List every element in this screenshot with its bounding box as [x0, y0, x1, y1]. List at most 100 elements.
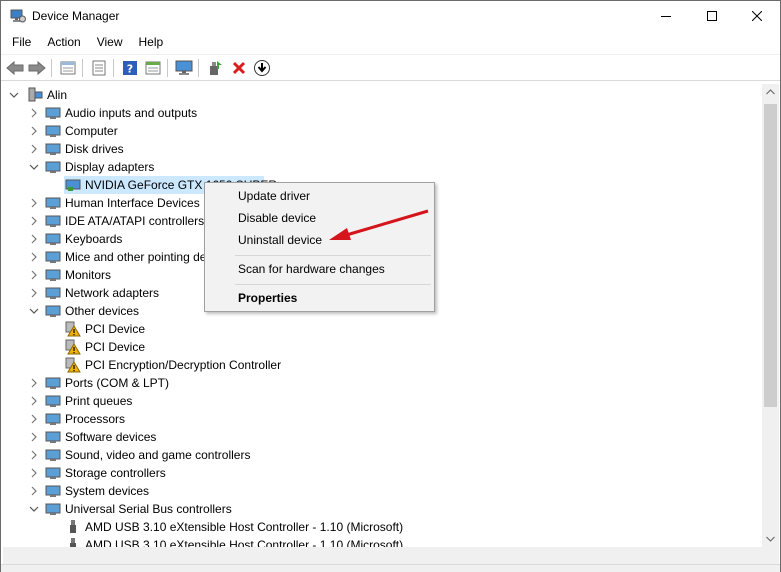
chevron-right-icon[interactable]	[29, 287, 39, 299]
toolbar: ?	[1, 54, 780, 81]
chevron-right-icon[interactable]	[29, 143, 39, 155]
device-item[interactable]: AMD USB 3.10 eXtensible Host Controller …	[3, 518, 762, 536]
category-item[interactable]: Display adapters	[3, 158, 762, 176]
category-item[interactable]: Print queues	[3, 392, 762, 410]
update-driver-icon[interactable]	[205, 58, 225, 78]
device-tree[interactable]: Alin Audio inputs and outputs Computer Dis…	[3, 84, 762, 547]
category-icon	[45, 375, 61, 391]
horizontal-scrollbar[interactable]	[3, 547, 762, 564]
status-bar	[1, 564, 780, 572]
vertical-scrollbar[interactable]	[762, 84, 779, 547]
tree-root-label: Alin	[47, 88, 68, 102]
category-item[interactable]: Processors	[3, 410, 762, 428]
ctx-separator	[235, 255, 431, 256]
tree-item-label: Ports (COM & LPT)	[65, 376, 170, 390]
tree-item-label: Display adapters	[65, 160, 155, 174]
chevron-right-icon[interactable]	[29, 431, 39, 443]
title-bar: Device Manager	[1, 1, 780, 31]
category-icon	[45, 285, 61, 301]
tree-item-label: Storage controllers	[65, 466, 166, 480]
minimize-button[interactable]	[643, 1, 689, 31]
menu-file[interactable]: File	[4, 32, 39, 52]
category-item[interactable]: Disk drives	[3, 140, 762, 158]
tree-item-label: System devices	[65, 484, 150, 498]
category-icon	[45, 213, 61, 229]
annotation-arrow-icon	[329, 209, 429, 240]
ctx-disable-device[interactable]: Disable device	[238, 211, 316, 225]
maximize-button[interactable]	[689, 1, 735, 31]
tree-item-label: PCI Encryption/Decryption Controller	[85, 358, 282, 372]
chevron-right-icon[interactable]	[29, 413, 39, 425]
category-item[interactable]: Storage controllers	[3, 464, 762, 482]
category-icon	[45, 195, 61, 211]
category-icon	[45, 249, 61, 265]
device-item[interactable]: AMD USB 3.10 eXtensible Host Controller …	[3, 536, 762, 547]
properties-view-icon[interactable]	[58, 58, 78, 78]
tree-item-label: Computer	[65, 124, 118, 138]
chevron-right-icon[interactable]	[29, 215, 39, 227]
chevron-right-icon[interactable]	[29, 233, 39, 245]
category-item[interactable]: Audio inputs and outputs	[3, 104, 762, 122]
forward-icon[interactable]	[27, 58, 47, 78]
chevron-down-icon[interactable]	[29, 305, 39, 317]
category-item[interactable]: Ports (COM & LPT)	[3, 374, 762, 392]
chevron-right-icon[interactable]	[29, 467, 39, 479]
ctx-properties[interactable]: Properties	[238, 291, 297, 305]
ctx-scan-hardware[interactable]: Scan for hardware changes	[238, 262, 385, 276]
help-icon[interactable]: ?	[120, 58, 140, 78]
download-icon[interactable]	[252, 58, 272, 78]
tree-root[interactable]: Alin	[3, 86, 762, 104]
menu-help[interactable]: Help	[131, 32, 172, 52]
list-icon[interactable]	[89, 58, 109, 78]
computer-icon	[27, 87, 43, 103]
tree-item-label: AMD USB 3.10 eXtensible Host Controller …	[85, 520, 404, 534]
category-icon	[45, 141, 61, 157]
chevron-right-icon[interactable]	[29, 125, 39, 137]
tree-item-label: Monitors	[65, 268, 112, 282]
category-item[interactable]: System devices	[3, 482, 762, 500]
category-item[interactable]: Sound, video and game controllers	[3, 446, 762, 464]
chevron-down-icon[interactable]	[29, 503, 39, 515]
category-item[interactable]: Software devices	[3, 428, 762, 446]
device-manager-icon	[10, 9, 26, 23]
category-item[interactable]: Computer	[3, 122, 762, 140]
category-item[interactable]: Universal Serial Bus controllers	[3, 500, 762, 518]
chevron-right-icon[interactable]	[29, 197, 39, 209]
chevron-right-icon[interactable]	[29, 395, 39, 407]
category-icon	[45, 159, 61, 175]
device-item[interactable]: PCI Device	[3, 338, 762, 356]
chevron-right-icon[interactable]	[29, 449, 39, 461]
tree-item-label: Audio inputs and outputs	[65, 106, 198, 120]
scrollbar-thumb[interactable]	[764, 104, 777, 407]
ctx-update-driver[interactable]: Update driver	[238, 189, 310, 203]
computer-monitor-icon[interactable]	[174, 58, 194, 78]
ctx-separator	[235, 284, 431, 285]
scrollbar-corner	[762, 547, 779, 564]
menu-action[interactable]: Action	[39, 32, 88, 52]
chevron-right-icon[interactable]	[29, 377, 39, 389]
device-item[interactable]: PCI Encryption/Decryption Controller	[3, 356, 762, 374]
svg-text:?: ?	[127, 63, 133, 76]
close-button[interactable]	[734, 1, 780, 31]
tree-item-label: Print queues	[65, 394, 133, 408]
tree-item-label: Sound, video and game controllers	[65, 448, 251, 462]
back-icon[interactable]	[5, 58, 25, 78]
tree-item-label: Universal Serial Bus controllers	[65, 502, 232, 516]
chevron-right-icon[interactable]	[29, 485, 39, 497]
tree-item-label: Keyboards	[65, 232, 123, 246]
menu-bar: File Action View Help	[1, 31, 780, 53]
chevron-down-icon[interactable]	[29, 161, 39, 173]
menu-view[interactable]: View	[89, 32, 131, 52]
category-icon	[45, 465, 61, 481]
chevron-right-icon[interactable]	[29, 107, 39, 119]
category-icon	[45, 105, 61, 121]
category-icon	[45, 267, 61, 283]
chevron-down-icon[interactable]	[9, 89, 19, 101]
uninstall-icon[interactable]	[229, 58, 249, 78]
ctx-uninstall-device[interactable]: Uninstall device	[238, 233, 322, 247]
device-item[interactable]: PCI Device	[3, 320, 762, 338]
category-icon	[45, 123, 61, 139]
chevron-right-icon[interactable]	[29, 251, 39, 263]
view-icon[interactable]	[143, 58, 163, 78]
chevron-right-icon[interactable]	[29, 269, 39, 281]
